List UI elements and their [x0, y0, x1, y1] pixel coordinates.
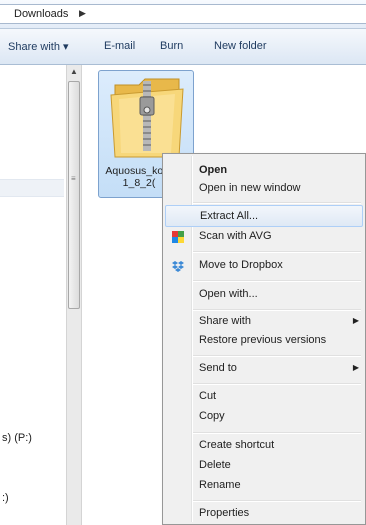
menu-label-open-new-window: Open in new window [199, 182, 301, 194]
scroll-thumb[interactable]: ≡ [68, 81, 80, 309]
menu-item-move-dropbox[interactable]: Move to Dropbox [165, 255, 363, 277]
menu-label-create-shortcut: Create shortcut [199, 439, 275, 451]
address-bar: Downloads ▶ [0, 0, 366, 29]
avg-icon [172, 231, 184, 243]
menu-separator [193, 202, 361, 204]
menu-separator [193, 383, 361, 385]
menu-label-properties: Properties [199, 507, 250, 519]
menu-item-cut[interactable]: Cut [165, 386, 363, 408]
menu-separator [193, 500, 361, 502]
address-field[interactable]: Downloads ▶ [0, 4, 366, 24]
menu-item-restore-versions[interactable]: Restore previous versions [165, 330, 363, 352]
submenu-arrow-icon: ▶ [352, 316, 359, 325]
menu-label-restore-versions: Restore previous versions [199, 334, 327, 346]
new-folder-button[interactable]: New folder [214, 40, 267, 52]
context-menu: Open Open in new window Extract All... S… [162, 153, 366, 525]
burn-button[interactable]: Burn [160, 40, 183, 52]
menu-item-extract-all[interactable]: Extract All... [165, 205, 363, 227]
menu-item-scan-avg[interactable]: Scan with AVG [165, 226, 363, 248]
navigation-pane: s) (P:) :) [0, 65, 66, 525]
menu-item-create-shortcut[interactable]: Create shortcut [165, 435, 363, 457]
command-toolbar: Share with ▾ E-mail Burn New folder [0, 29, 366, 65]
breadcrumb-downloads[interactable]: Downloads [14, 8, 68, 20]
submenu-arrow-icon: ▶ [352, 363, 359, 372]
menu-separator [193, 355, 361, 357]
nav-selected-item[interactable] [0, 179, 64, 197]
menu-item-open-new-window[interactable]: Open in new window [165, 178, 363, 200]
nav-drive-p[interactable]: s) (P:) [2, 432, 32, 444]
email-button[interactable]: E-mail [104, 40, 135, 52]
menu-label-open: Open [199, 164, 228, 176]
menu-label-copy: Copy [199, 410, 225, 422]
menu-item-send-to[interactable]: Send to ▶ [165, 358, 363, 380]
menu-item-properties[interactable]: Properties [165, 503, 363, 525]
menu-label-open-with: Open with... [199, 288, 258, 300]
menu-item-delete[interactable]: Delete [165, 455, 363, 477]
menu-item-open-with[interactable]: Open with... [165, 284, 363, 306]
menu-item-rename[interactable]: Rename [165, 475, 363, 497]
menu-label-cut: Cut [199, 390, 217, 402]
menu-label-delete: Delete [199, 459, 231, 471]
menu-label-extract-all: Extract All... [200, 210, 259, 222]
share-with-button[interactable]: Share with ▾ [8, 40, 69, 53]
dropbox-icon [172, 261, 184, 272]
menu-label-rename: Rename [199, 479, 241, 491]
menu-label-scan-avg: Scan with AVG [199, 230, 272, 242]
menu-item-copy[interactable]: Copy [165, 406, 363, 428]
zip-folder-icon [110, 78, 184, 158]
menu-label-send-to: Send to [199, 362, 237, 374]
nav-scrollbar[interactable]: ▲ ≡ [66, 65, 82, 525]
menu-separator [193, 251, 361, 253]
menu-label-move-dropbox: Move to Dropbox [199, 259, 283, 271]
grip-icon: ≡ [71, 174, 76, 183]
scroll-up-icon[interactable]: ▲ [70, 67, 78, 76]
menu-label-share-with: Share with [199, 315, 251, 327]
menu-separator [193, 280, 361, 282]
menu-separator [193, 432, 361, 434]
breadcrumb-arrow-icon[interactable]: ▶ [79, 8, 86, 19]
nav-drive-other[interactable]: :) [2, 492, 9, 504]
